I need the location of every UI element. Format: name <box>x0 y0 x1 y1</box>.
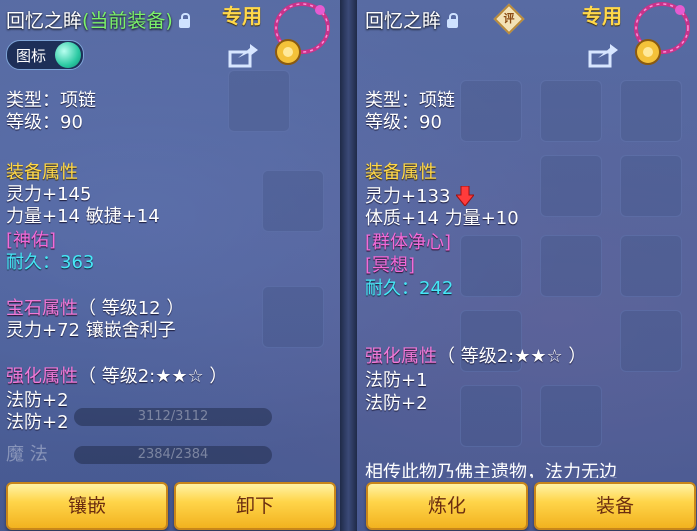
attr-line: 体质+14 力量+10 <box>365 208 519 229</box>
gem-attr-line: 宝石属性（ 等级12 ） <box>6 298 184 320</box>
enhance-line: 法防+2 <box>6 412 69 433</box>
item-title: 回忆之眸(当前装备) <box>6 6 190 33</box>
item-name: 回忆之眸 <box>365 10 442 32</box>
gem-level: （ 等级12 ） <box>78 298 185 319</box>
durability-label: 耐久： <box>365 278 419 299</box>
toggle-knob <box>55 42 81 68</box>
effect-tag: [神佑] <box>6 230 57 251</box>
item-name: 回忆之眸 <box>6 10 83 32</box>
enhance-line: 法防+2 <box>6 390 69 411</box>
necklace-item-icon <box>634 2 690 65</box>
bg-mp-bar: 2384/2384 <box>74 446 272 464</box>
enhance-line: 法防+2 <box>365 393 428 414</box>
enhance-line: 法防+1 <box>365 370 428 391</box>
share-icon[interactable] <box>588 44 618 68</box>
durability-value: 363 <box>60 252 95 273</box>
enhance-header: 强化属性 <box>6 366 78 387</box>
enhance-header: 强化属性 <box>365 346 437 367</box>
effect-tag: [群体净心] <box>365 232 452 253</box>
exclusive-tag: 专用 <box>582 4 622 28</box>
inlay-button[interactable]: 镶嵌 <box>6 482 168 530</box>
durability-value: 242 <box>419 278 454 299</box>
gem-line: 灵力+72 镶嵌舍利子 <box>6 320 176 341</box>
equip-button[interactable]: 装备 <box>534 482 696 530</box>
lock-icon <box>178 13 190 28</box>
item-description: 相传此物乃佛主遗物，法力无边 <box>365 462 617 478</box>
bg-mp-label: 魔 法 <box>6 444 48 465</box>
enhance-attr-line: 强化属性（ 等级2:★★☆ ） <box>6 366 227 388</box>
panel-divider <box>340 0 357 531</box>
attr-line: 灵力+145 <box>6 184 92 205</box>
attr-line: 力量+14 敏捷+14 <box>6 206 160 227</box>
bg-hp-bar: 3112/3112 <box>74 408 272 426</box>
type-line: 类型：项链 <box>365 90 455 111</box>
gem-header: 宝石属性 <box>6 298 78 319</box>
lock-icon <box>447 13 459 28</box>
equip-attr-header: 装备属性 <box>6 162 78 183</box>
icon-toggle-label: 图标 <box>16 47 47 65</box>
attr-line: 灵力+133 <box>365 186 451 207</box>
durability-label: 耐久： <box>6 252 60 273</box>
unequip-button[interactable]: 卸下 <box>174 482 336 530</box>
refine-button[interactable]: 炼化 <box>366 482 528 530</box>
evaluate-label: 评 <box>503 12 515 25</box>
durability-line: 耐久：242 <box>365 278 453 300</box>
equip-attr-header: 装备属性 <box>365 162 437 183</box>
level-line: 等级：90 <box>6 112 83 133</box>
enhance-level: （ 等级2:★★☆ ） <box>78 366 228 387</box>
level-line: 等级：90 <box>365 112 442 133</box>
enhance-level: （ 等级2:★★☆ ） <box>437 346 587 367</box>
effect-tag: [冥想] <box>365 255 416 276</box>
type-line: 类型：项链 <box>6 90 96 111</box>
enhance-attr-line: 强化属性（ 等级2:★★☆ ） <box>365 346 586 368</box>
necklace-item-icon <box>274 2 330 65</box>
exclusive-tag: 专用 <box>222 4 262 28</box>
item-title: 回忆之眸 <box>365 6 459 33</box>
equipped-status: (当前装备) <box>82 10 173 32</box>
share-icon[interactable] <box>228 44 258 68</box>
down-arrow-icon <box>456 186 474 206</box>
durability-line: 耐久：363 <box>6 252 94 274</box>
icon-toggle[interactable]: 图标 <box>6 40 84 70</box>
